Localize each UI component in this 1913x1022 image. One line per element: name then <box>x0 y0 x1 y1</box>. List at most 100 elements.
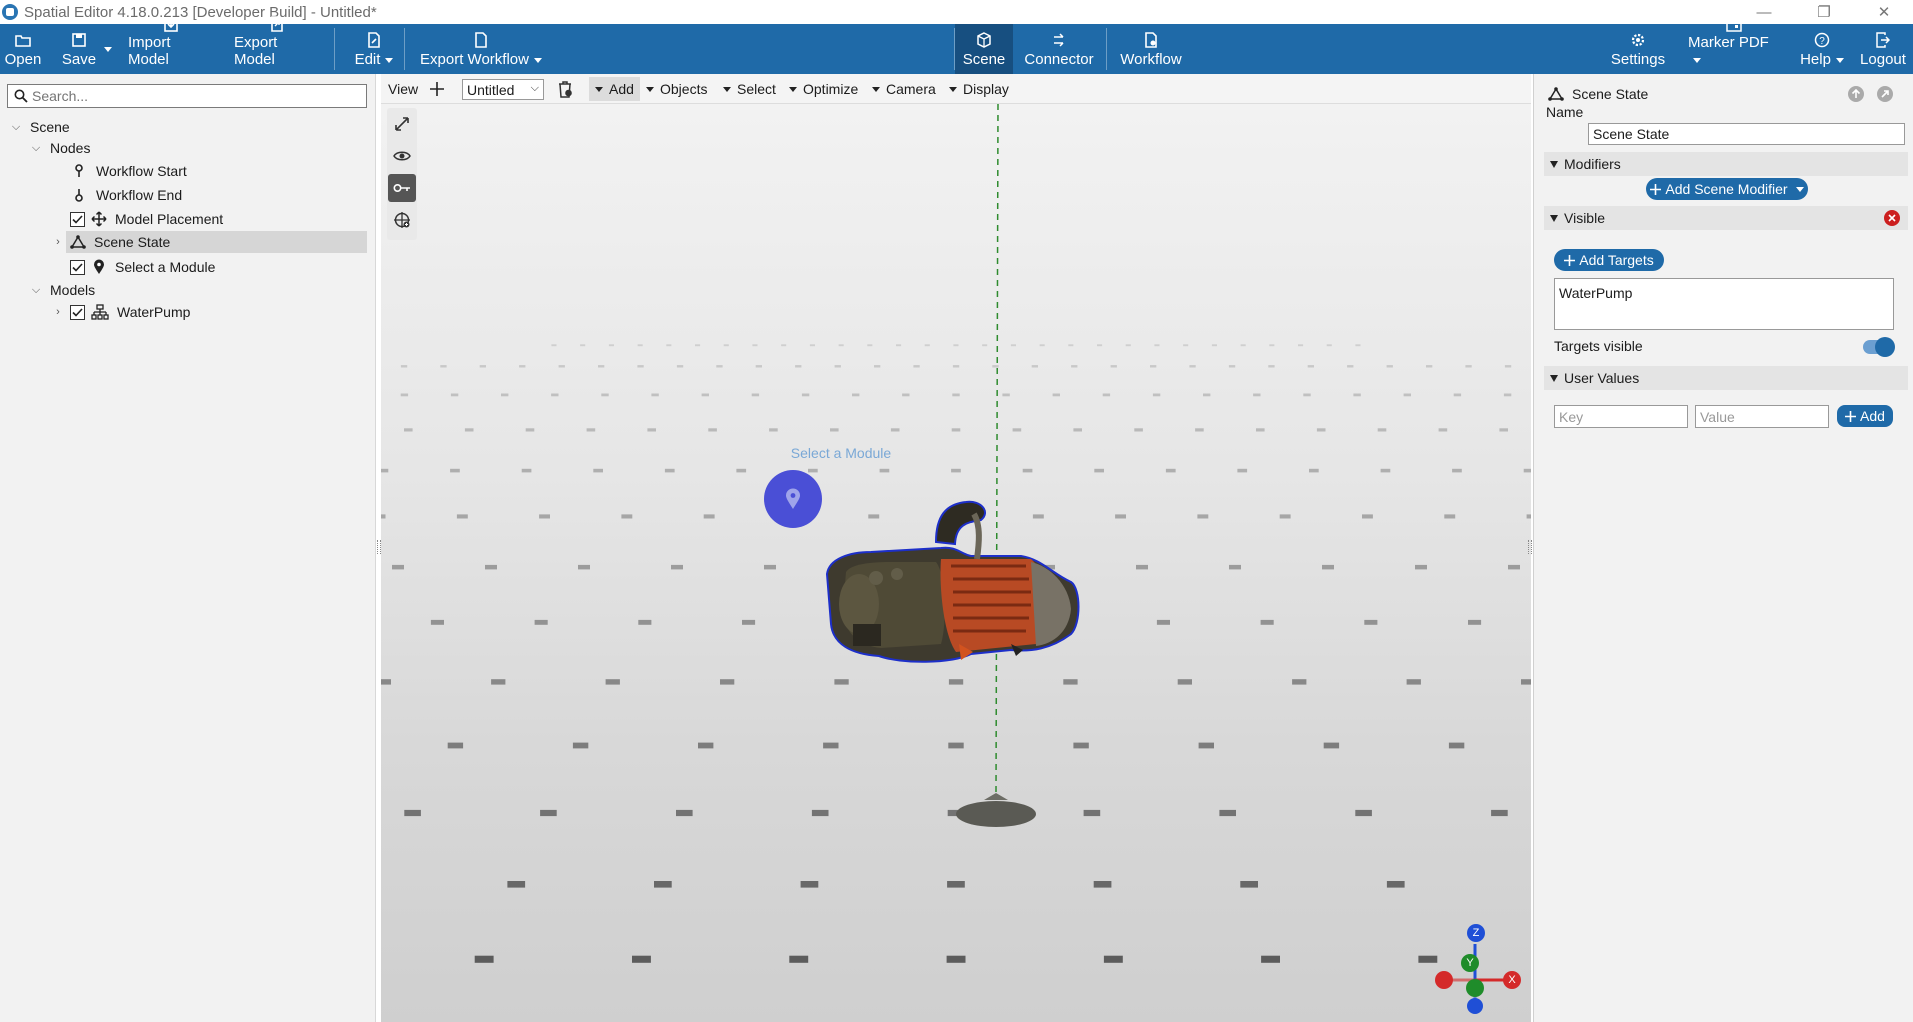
move-up-button[interactable] <box>1848 86 1864 102</box>
floor-tile <box>1110 365 1117 368</box>
display-menu-label: Display <box>963 81 1009 97</box>
target-item[interactable]: WaterPump <box>1559 285 1889 301</box>
floor-tile <box>948 679 964 685</box>
camera-menu[interactable]: Camera <box>872 78 936 100</box>
edit-icon <box>367 31 381 49</box>
axis-gizmo[interactable]: Z Y X <box>1431 924 1521 1014</box>
export-workflow-label-wrap: Export Workflow <box>420 51 542 68</box>
floor-tile <box>823 742 839 749</box>
add-menu[interactable]: Add <box>589 77 640 101</box>
connect-tool-button[interactable] <box>388 174 416 202</box>
add-scene-modifier-button[interactable]: Add Scene Modifier <box>1646 178 1808 200</box>
tree-label: Select a Module <box>115 259 216 275</box>
chevron-down-icon[interactable]: ⌵ <box>30 284 42 296</box>
add-targets-button[interactable]: Add Targets <box>1554 249 1664 271</box>
axis-neg-y-handle[interactable] <box>1466 979 1484 997</box>
checkbox-checked[interactable] <box>70 304 85 320</box>
key-field[interactable] <box>1554 405 1688 428</box>
left-splitter-grip[interactable] <box>377 540 381 554</box>
right-splitter-grip[interactable] <box>1528 540 1532 554</box>
floor-tile <box>1380 468 1391 473</box>
targets-visible-toggle[interactable] <box>1863 337 1895 357</box>
search-box[interactable] <box>7 84 367 108</box>
tab-scene[interactable]: Scene <box>955 24 1013 74</box>
restore-button[interactable]: ❐ <box>1801 0 1847 24</box>
floor-tile <box>450 468 460 473</box>
delete-view-button[interactable] <box>557 78 573 100</box>
toggle-knob <box>1875 337 1895 357</box>
chevron-right-icon[interactable]: › <box>52 236 64 248</box>
axis-neg-x-handle[interactable] <box>1435 971 1453 989</box>
export-model-button[interactable]: Export Model <box>234 16 320 74</box>
value-field[interactable] <box>1695 405 1829 428</box>
chevron-right-icon[interactable]: › <box>52 306 64 318</box>
modifiers-section-header[interactable]: Modifiers <box>1544 152 1908 176</box>
logout-button[interactable]: Logout <box>1856 24 1910 74</box>
export-workflow-button[interactable]: Export Workflow <box>418 24 544 74</box>
select-menu[interactable]: Select <box>723 78 776 100</box>
axis-x-handle[interactable]: X <box>1503 971 1521 989</box>
close-window-button[interactable]: ✕ <box>1861 0 1907 24</box>
fit-view-button[interactable] <box>388 110 416 138</box>
user-values-section-header[interactable]: User Values <box>1544 366 1908 390</box>
floor-tile <box>781 344 787 347</box>
tree-item-nodes[interactable]: ⌵ Nodes <box>30 137 370 159</box>
checkbox-checked[interactable] <box>70 211 85 227</box>
import-model-button[interactable]: Import Model <box>128 18 214 74</box>
objects-menu[interactable]: Objects <box>646 78 707 100</box>
add-user-value-button[interactable]: Add <box>1837 405 1893 427</box>
logout-label: Logout <box>1860 51 1906 68</box>
optimize-menu[interactable]: Optimize <box>789 78 858 100</box>
chevron-down-icon[interactable]: ⌵ <box>30 142 42 154</box>
floor-tile <box>1503 393 1512 397</box>
view-select[interactable]: Untitled ⌵ <box>462 79 544 100</box>
marker-pdf-button[interactable]: Marker PDF <box>1688 16 1780 74</box>
key-input[interactable] <box>1559 408 1687 425</box>
tree-item-scene[interactable]: ⌵ Scene <box>10 116 370 138</box>
remove-modifier-button[interactable] <box>1884 210 1900 226</box>
visible-section-header[interactable]: Visible <box>1544 206 1908 230</box>
floor-tile <box>638 619 652 625</box>
select-module-marker[interactable] <box>764 470 822 528</box>
name-field[interactable]: Scene State <box>1588 123 1905 145</box>
targets-list[interactable]: WaterPump <box>1554 278 1894 330</box>
tree-item-workflow-end[interactable]: Workflow End <box>74 184 364 206</box>
tree-item-models[interactable]: ⌵ Models <box>30 279 370 301</box>
help-button[interactable]: ? Help <box>1796 24 1848 74</box>
edit-button[interactable]: Edit <box>350 24 398 74</box>
settings-button[interactable]: Settings <box>1606 24 1670 74</box>
add-view-button[interactable] <box>429 78 445 100</box>
search-input[interactable] <box>28 88 348 104</box>
floor-tile <box>605 679 620 685</box>
save-dropdown-button[interactable] <box>100 24 116 74</box>
axis-neg-z-handle[interactable] <box>1467 998 1483 1014</box>
floor-tile <box>902 393 910 397</box>
tree-item-model-placement[interactable]: Model Placement <box>70 208 364 230</box>
tree-item-workflow-start[interactable]: Workflow Start <box>74 160 364 182</box>
add-target-tool-button[interactable] <box>388 206 416 234</box>
open-button[interactable]: Open <box>4 24 42 74</box>
tree-item-scene-state[interactable]: › Scene State <box>56 231 367 253</box>
goto-parent-button[interactable] <box>1877 86 1893 102</box>
floor-tile <box>404 428 413 432</box>
tree-item-waterpump[interactable]: › WaterPump <box>52 301 364 323</box>
tree-label: WaterPump <box>117 304 191 320</box>
floor-tile <box>381 679 391 685</box>
display-menu[interactable]: Display <box>949 78 1009 100</box>
checkbox-checked[interactable] <box>70 259 85 275</box>
tree-item-select-module[interactable]: Select a Module <box>70 256 364 278</box>
floor-tile <box>1465 365 1472 368</box>
chevron-down-icon[interactable]: ⌵ <box>10 121 22 133</box>
value-input[interactable] <box>1700 408 1828 425</box>
visibility-button[interactable] <box>388 142 416 170</box>
axis-z-handle[interactable]: Z <box>1467 924 1485 942</box>
floor-tile <box>1403 393 1411 397</box>
save-button[interactable]: Save <box>60 24 98 74</box>
3d-viewport[interactable]: Select a Module Z Y X <box>381 104 1531 1022</box>
tab-connector[interactable]: Connector <box>1022 24 1096 74</box>
waterpump-model[interactable] <box>825 500 1080 663</box>
tab-workflow[interactable]: Workflow <box>1116 24 1186 74</box>
floor-tile <box>1032 514 1044 519</box>
minimize-button[interactable]: — <box>1741 0 1787 24</box>
axis-y-handle[interactable]: Y <box>1461 954 1479 972</box>
